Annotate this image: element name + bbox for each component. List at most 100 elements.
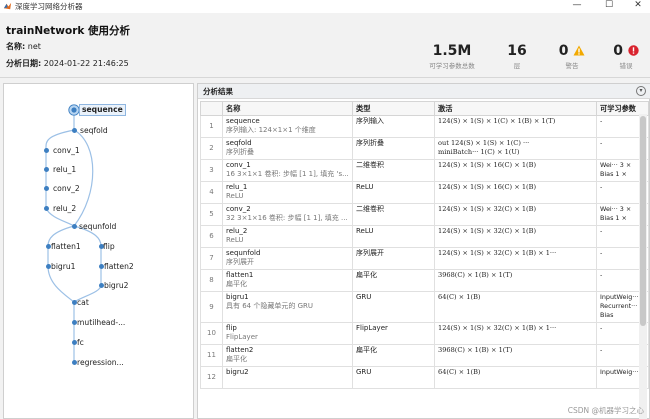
activations-cell: 124(S) × 1(S) × 32(C) × 1(B) × 1···: [434, 322, 597, 345]
layer-description: 32 3×1×16 卷积: 步幅 [1 1], 填充 ...: [226, 214, 348, 222]
analysis-results-panel: 分析结果 ▾ 名称 类型 激活 可学习参数 1 sequence 序列输入: 124…: [197, 83, 650, 419]
activations-cell: 124(S) × 1(S) × 32(C) × 1(B): [434, 203, 597, 226]
graph-label-flatten2[interactable]: flatten2: [104, 262, 134, 272]
layer-name: sequnfold: [226, 249, 261, 257]
stat-errors-label: 错误: [619, 62, 633, 70]
activation-line: miniBatch··· 1(C) × 1(U): [438, 148, 520, 156]
layer-type: 序列展开: [352, 247, 435, 270]
table-row[interactable]: 4 relu_1 ReLU ReLU 124(S) × 1(S) × 16(C) × 1…: [200, 181, 649, 204]
graph-label-cat[interactable]: cat: [77, 298, 89, 308]
network-graph-panel[interactable]: sequence seqfold conv_1 relu_1 conv_2 relu_2…: [3, 83, 194, 419]
layer-name: bigru2: [226, 368, 249, 376]
stat-warnings: 0 警告: [553, 43, 591, 70]
layer-name-cell: bigru1 具有 64 个隐藏单元的 GRU: [222, 291, 353, 323]
activation-line: 124(S) × 1(S) × 16(C) × 1(B): [438, 183, 537, 191]
date-value: 2024-01-22 21:46:25: [43, 59, 129, 68]
scrollbar-thumb[interactable]: [640, 116, 646, 326]
graph-node-flatten1[interactable]: [45, 243, 51, 249]
graph-label-mutilhead[interactable]: mutilhead-...: [77, 318, 125, 328]
row-index: 11: [200, 344, 223, 367]
graph-label-relu_2[interactable]: relu_2: [53, 204, 76, 214]
row-index: 5: [200, 203, 223, 226]
row-index: 12: [200, 366, 223, 389]
collapse-icon[interactable]: ▾: [636, 86, 646, 96]
graph-node-conv_1[interactable]: [43, 147, 49, 153]
graph-label-sequence[interactable]: sequence: [79, 104, 126, 116]
layer-name-cell: relu_1 ReLU: [222, 181, 353, 204]
graph-label-sequnfold[interactable]: sequnfold: [79, 222, 116, 232]
graph-node-fc[interactable]: [71, 339, 77, 345]
stat-learnables-value: 1.5M: [432, 43, 472, 59]
column-header-index[interactable]: [200, 101, 223, 116]
graph-node-flatten2[interactable]: [98, 263, 104, 269]
graph-label-conv_2[interactable]: conv_2: [53, 184, 80, 194]
table-row[interactable]: 1 sequence 序列输入: 124×1×1 个维度 序列输入 124(S) × 1…: [200, 115, 649, 138]
layer-type: 二维卷积: [352, 159, 435, 182]
graph-node-relu_2[interactable]: [43, 205, 49, 211]
table-row[interactable]: 11 flatten2 扁平化 扁平化 3968(C) × 1(B) × 1(T) -: [200, 344, 649, 367]
graph-label-bigru1[interactable]: bigru1: [51, 262, 76, 272]
minimize-button[interactable]: —: [565, 0, 589, 11]
activations-cell: 124(S) × 1(S) × 32(C) × 1(B): [434, 225, 597, 248]
graph-label-conv_1[interactable]: conv_1: [53, 146, 80, 156]
layer-type: 扁平化: [352, 269, 435, 292]
graph-label-regression[interactable]: regression...: [77, 358, 124, 368]
layer-name: relu_1: [226, 183, 248, 191]
layer-name-cell: conv_2 32 3×1×16 卷积: 步幅 [1 1], 填充 ...: [222, 203, 353, 226]
layer-name-cell: flatten2 扁平化: [222, 344, 353, 367]
layer-name: sequence: [226, 117, 260, 125]
layer-name-cell: relu_2 ReLU: [222, 225, 353, 248]
column-header-activations[interactable]: 激活: [434, 101, 597, 116]
activations-cell: 124(S) × 1(S) × 32(C) × 1(B) × 1···: [434, 247, 597, 270]
row-index: 8: [200, 269, 223, 292]
graph-node-bigru2[interactable]: [98, 282, 104, 288]
graph-node-relu_1[interactable]: [43, 166, 49, 172]
table-row[interactable]: 9 bigru1 具有 64 个隐藏单元的 GRU GRU 64(C) × 1(B) In…: [200, 291, 649, 323]
stat-layers: 16 层: [500, 43, 534, 70]
graph-node-seqfold[interactable]: [71, 127, 77, 133]
table-row[interactable]: 5 conv_2 32 3×1×16 卷积: 步幅 [1 1], 填充 ... 二维卷…: [200, 203, 649, 226]
layer-description: 扁平化: [226, 280, 247, 288]
watermark: CSDN @机器学习之心: [567, 406, 644, 415]
graph-node-regression[interactable]: [71, 359, 77, 365]
graph-node-bigru1[interactable]: [45, 263, 51, 269]
column-header-name[interactable]: 名称: [222, 101, 353, 116]
stat-errors: 0 错误: [607, 43, 645, 70]
graph-label-flatten1[interactable]: flatten1: [51, 242, 81, 252]
analysis-date-row: 分析日期: 2024-01-22 21:46:25: [6, 58, 129, 69]
stat-errors-value: 0: [613, 43, 623, 59]
graph-node-mutilhead[interactable]: [71, 319, 77, 325]
table-row[interactable]: 12 bigru2 GRU 64(C) × 1(B) InputWeig···: [200, 366, 649, 389]
row-index: 9: [200, 291, 223, 323]
activations-cell: 124(S) × 1(S) × 1(C) × 1(B) × 1(T): [434, 115, 597, 138]
page-title: trainNetwork 使用分析: [6, 25, 131, 37]
activation-line: 124(S) × 1(S) × 32(C) × 1(B) × 1···: [438, 324, 557, 332]
close-button[interactable]: ✕: [626, 0, 650, 11]
layer-name: conv_1: [226, 161, 251, 169]
activation-line: out 124(S) × 1(S) × 1(C) ···: [438, 139, 530, 147]
layer-name-cell: flatten1 扁平化: [222, 269, 353, 292]
table-row[interactable]: 8 flatten1 扁平化 扁平化 3968(C) × 1(B) × 1(T) -: [200, 269, 649, 292]
graph-node-conv_2[interactable]: [43, 185, 49, 191]
graph-label-bigru2[interactable]: bigru2: [104, 281, 129, 291]
graph-label-fc[interactable]: fc: [77, 338, 84, 348]
layer-name: conv_2: [226, 205, 251, 213]
layer-type: ReLU: [352, 225, 435, 248]
graph-label-flip[interactable]: flip: [103, 242, 115, 252]
maximize-button[interactable]: ☐: [597, 0, 621, 11]
activations-cell: 64(C) × 1(B): [434, 291, 597, 323]
stat-layers-label: 层: [513, 62, 521, 70]
table-row[interactable]: 7 sequnfold 序列展开 序列展开 124(S) × 1(S) × 32(C) …: [200, 247, 649, 270]
graph-node-cat[interactable]: [71, 299, 77, 305]
layer-description: 序列展开: [226, 258, 254, 266]
analysis-summary-header: trainNetwork 使用分析 名称: net 分析日期: 2024-01-…: [0, 13, 650, 78]
table-row[interactable]: 2 seqfold 序列折叠 序列折叠 out 124(S) × 1(S) × 1(C)…: [200, 137, 649, 160]
vertical-scrollbar[interactable]: [639, 114, 647, 419]
graph-label-seqfold[interactable]: seqfold: [80, 126, 108, 136]
table-row[interactable]: 6 relu_2 ReLU ReLU 124(S) × 1(S) × 32(C) × 1…: [200, 225, 649, 248]
column-header-type[interactable]: 类型: [352, 101, 435, 116]
graph-node-sequnfold[interactable]: [71, 223, 77, 229]
graph-label-relu_1[interactable]: relu_1: [53, 165, 76, 175]
table-row[interactable]: 3 conv_1 16 3×1×1 卷积: 步幅 [1 1], 填充 's... 二维…: [200, 159, 649, 182]
table-row[interactable]: 10 flip FlipLayer FlipLayer 124(S) × 1(S) × …: [200, 322, 649, 345]
